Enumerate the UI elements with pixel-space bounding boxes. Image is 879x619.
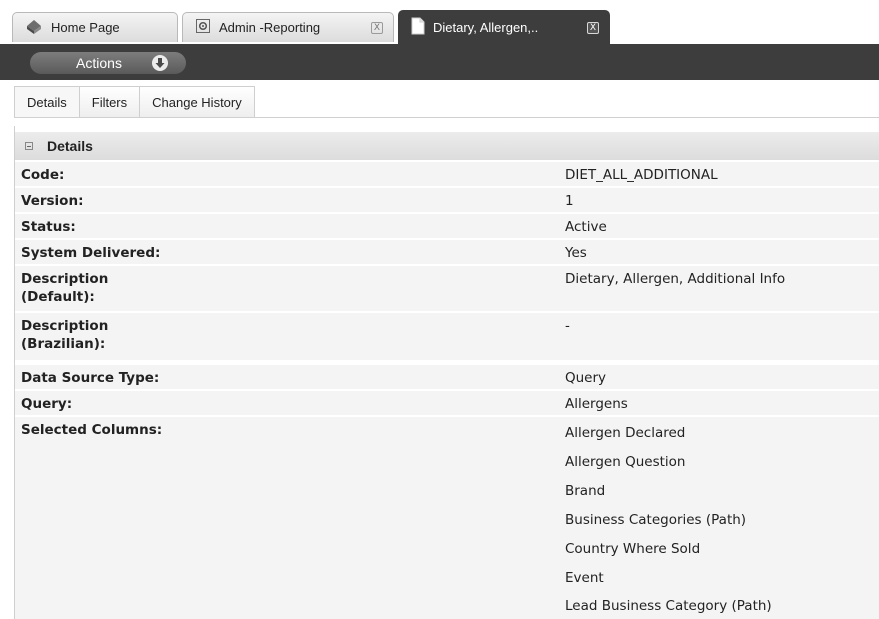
close-tab-icon[interactable]: X	[587, 21, 599, 34]
selected-column-item: Allergen Declared	[565, 425, 686, 441]
tab-strip: Home Page Admin -Reporting X Dietary, Al…	[0, 0, 879, 44]
close-tab-icon[interactable]: X	[371, 21, 383, 34]
field-label-line1: Description	[21, 271, 109, 287]
section-title: Details	[47, 138, 93, 154]
home-icon	[25, 17, 43, 38]
details-section-header[interactable]: Details	[15, 132, 879, 160]
field-value: Active	[565, 219, 607, 235]
gear-icon	[195, 18, 211, 37]
field-system-delivered: System Delivered: Yes	[15, 240, 879, 266]
field-status: Status: Active	[15, 214, 879, 240]
field-value: Query	[565, 370, 607, 386]
tab-admin-reporting[interactable]: Admin -Reporting X	[182, 12, 394, 42]
field-label: System Delivered:	[21, 245, 161, 261]
tab-home-page[interactable]: Home Page	[12, 12, 178, 42]
field-value: 1	[565, 193, 574, 209]
field-label-line2: (Default):	[21, 289, 95, 305]
selected-column-item: Allergen Question	[565, 454, 686, 470]
tab-label: Admin -Reporting	[219, 20, 321, 35]
arrow-down-icon	[151, 55, 168, 71]
actions-label: Actions	[76, 55, 122, 71]
tab-label: Dietary, Allergen,..	[433, 20, 539, 35]
field-value: Dietary, Allergen, Additional Info	[565, 271, 786, 287]
field-label: Description (Default):	[21, 270, 271, 306]
subtab-change-history[interactable]: Change History	[139, 86, 255, 117]
field-value: -	[565, 318, 570, 334]
tab-dietary-allergen[interactable]: Dietary, Allergen,.. X	[398, 10, 610, 44]
field-description-default: Description (Default): Dietary, Allergen…	[15, 266, 879, 313]
field-version: Version: 1	[15, 188, 879, 214]
subtab-details[interactable]: Details	[14, 86, 80, 117]
tab-label: Home Page	[51, 20, 120, 35]
action-bar: Actions	[0, 44, 879, 80]
field-label: Selected Columns:	[21, 422, 163, 438]
collapse-icon[interactable]	[25, 142, 33, 150]
subtab-filters[interactable]: Filters	[78, 86, 141, 117]
selected-column-item: Lead Business Category (Path)	[565, 598, 772, 614]
field-label: Code:	[21, 167, 65, 183]
field-label: Query:	[21, 396, 73, 412]
field-value: Yes	[565, 245, 587, 261]
field-data-source-type: Data Source Type: Query	[15, 365, 879, 391]
field-value: DIET_ALL_ADDITIONAL	[565, 167, 718, 183]
field-label: Status:	[21, 219, 76, 235]
field-label: Description (Brazilian):	[21, 317, 271, 353]
selected-column-item: Brand	[565, 483, 606, 499]
field-label: Version:	[21, 193, 84, 209]
field-query: Query: Allergens	[15, 391, 879, 417]
field-label-line2: (Brazilian):	[21, 336, 106, 352]
field-label: Data Source Type:	[21, 370, 160, 386]
selected-column-item: Event	[565, 570, 604, 586]
field-description-brazilian: Description (Brazilian): -	[15, 313, 879, 362]
details-panel: Details Code: DIET_ALL_ADDITIONAL Versio…	[14, 126, 879, 619]
selected-column-item: Business Categories (Path)	[565, 512, 747, 528]
actions-button[interactable]: Actions	[30, 52, 186, 74]
selected-column-item: Country Where Sold	[565, 541, 701, 557]
field-selected-columns: Selected Columns: Allergen Declared Alle…	[15, 417, 879, 619]
field-code: Code: DIET_ALL_ADDITIONAL	[15, 162, 879, 188]
detail-subtabs: Details Filters Change History	[14, 86, 879, 118]
field-label-line1: Description	[21, 318, 109, 334]
field-value: Allergens	[565, 396, 628, 412]
document-icon	[411, 17, 425, 38]
